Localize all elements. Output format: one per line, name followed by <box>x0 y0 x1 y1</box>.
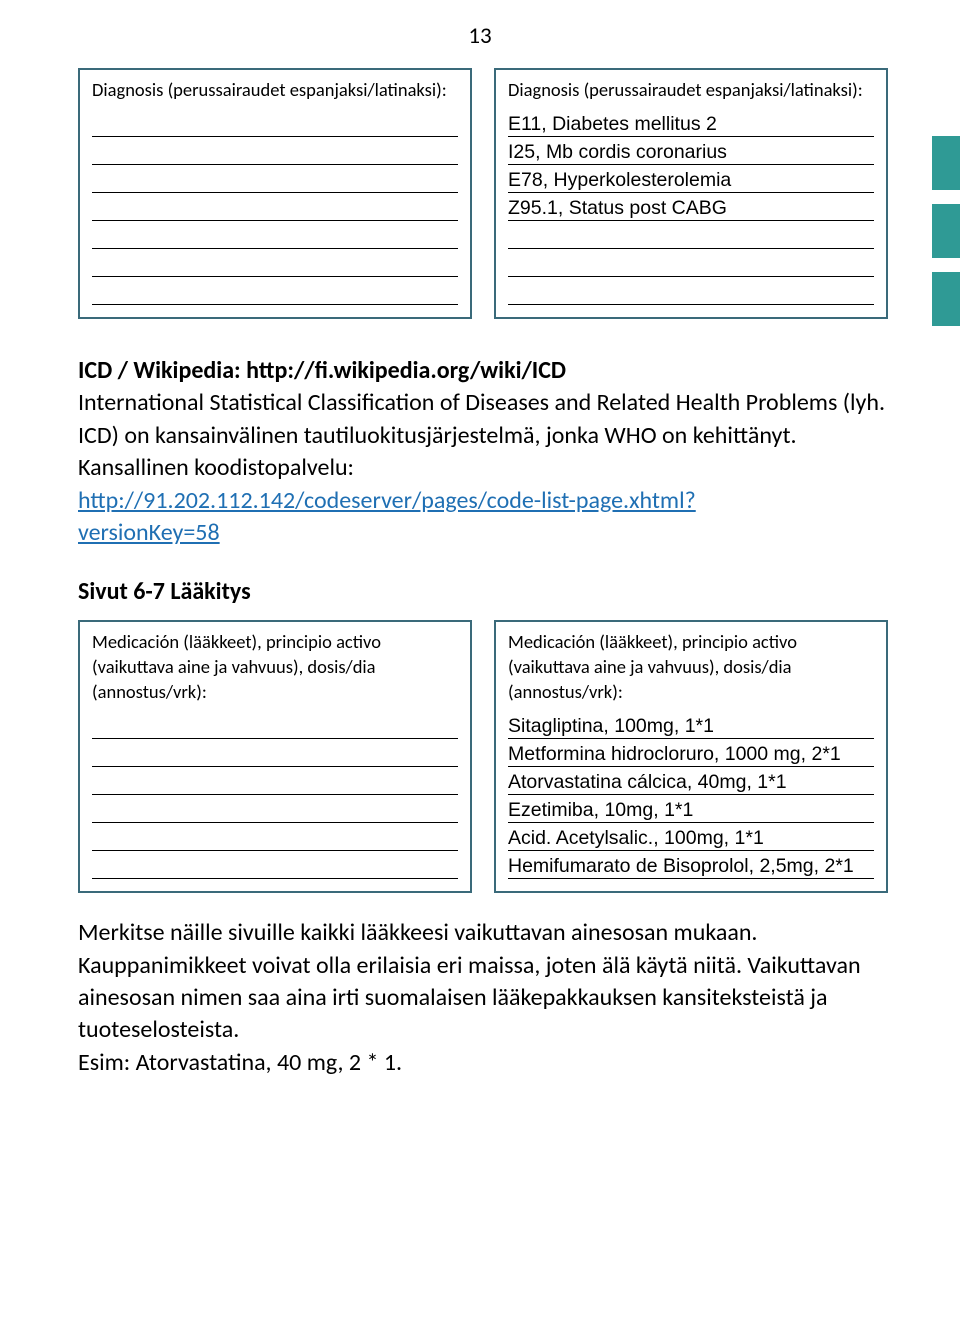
icd-lead: ICD / Wikipedia: http://fi.wikipedia.org… <box>78 356 566 385</box>
form-line[interactable] <box>92 711 458 739</box>
form-line[interactable] <box>92 249 458 277</box>
form-line[interactable] <box>92 739 458 767</box>
form-line[interactable]: Z95.1, Status post CABG <box>508 193 874 221</box>
form-line[interactable]: E78, Hyperkolesterolemia <box>508 165 874 193</box>
edge-tab <box>932 204 960 258</box>
diagnosis-row: Diagnosis (perussairaudet espanjaksi/lat… <box>78 68 888 319</box>
medication-label-right: Medicación (lääkkeet), principio activo … <box>508 630 874 705</box>
page-number: 13 <box>0 0 960 68</box>
form-line[interactable] <box>92 277 458 305</box>
form-line[interactable] <box>508 277 874 305</box>
diagnosis-box-left: Diagnosis (perussairaudet espanjaksi/lat… <box>78 68 472 319</box>
form-line[interactable]: Atorvastatina cálcica, 40mg, 1*1 <box>508 767 874 795</box>
form-line[interactable] <box>92 851 458 879</box>
section-heading: Sivut 6-7 Lääkitys <box>78 577 888 606</box>
form-line[interactable] <box>92 193 458 221</box>
form-line[interactable]: E11, Diabetes mellitus 2 <box>508 109 874 137</box>
diagnosis-label-left: Diagnosis (perussairaudet espanjaksi/lat… <box>92 78 458 103</box>
edge-tab <box>932 136 960 190</box>
form-line[interactable] <box>92 767 458 795</box>
icd-link-1[interactable]: http://91.202.112.142/codeserver/pages/c… <box>78 486 696 515</box>
closing-example: Esim: Atorvastatina, 40 mg, 2 * 1. <box>78 1048 402 1077</box>
diagnosis-box-right: Diagnosis (perussairaudet espanjaksi/lat… <box>494 68 888 319</box>
form-line[interactable]: Hemifumarato de Bisoprolol, 2,5mg, 2*1 <box>508 851 874 879</box>
form-line[interactable] <box>508 221 874 249</box>
form-line[interactable]: Sitagliptina, 100mg, 1*1 <box>508 711 874 739</box>
form-line[interactable] <box>92 221 458 249</box>
form-line[interactable]: Ezetimiba, 10mg, 1*1 <box>508 795 874 823</box>
form-line[interactable] <box>92 823 458 851</box>
medication-label-left: Medicación (lääkkeet), principio activo … <box>92 630 458 705</box>
form-line[interactable]: Metformina hidrocloruro, 1000 mg, 2*1 <box>508 739 874 767</box>
medication-box-right: Medicación (lääkkeet), principio activo … <box>494 620 888 893</box>
closing-text: Merkitse näille sivuille kaikki lääkkees… <box>78 918 861 1044</box>
icd-paragraph: ICD / Wikipedia: http://fi.wikipedia.org… <box>78 355 888 549</box>
icd-text-1: International Statistical Classification… <box>78 388 885 449</box>
edge-tab <box>932 272 960 326</box>
form-line[interactable] <box>92 137 458 165</box>
diagnosis-label-right: Diagnosis (perussairaudet espanjaksi/lat… <box>508 78 874 103</box>
medication-row: Medicación (lääkkeet), principio activo … <box>78 620 888 893</box>
closing-paragraph: Merkitse näille sivuille kaikki lääkkees… <box>78 917 888 1079</box>
medication-box-left: Medicación (lääkkeet), principio activo … <box>78 620 472 893</box>
form-line[interactable] <box>92 165 458 193</box>
form-line[interactable]: Acid. Acetylsalic., 100mg, 1*1 <box>508 823 874 851</box>
icd-text-2: Kansallinen koodistopalvelu: <box>78 453 354 482</box>
form-line[interactable] <box>508 249 874 277</box>
form-line[interactable]: I25, Mb cordis coronarius <box>508 137 874 165</box>
icd-link-2[interactable]: versionKey=58 <box>78 518 220 547</box>
form-line[interactable] <box>92 795 458 823</box>
form-line[interactable] <box>92 109 458 137</box>
